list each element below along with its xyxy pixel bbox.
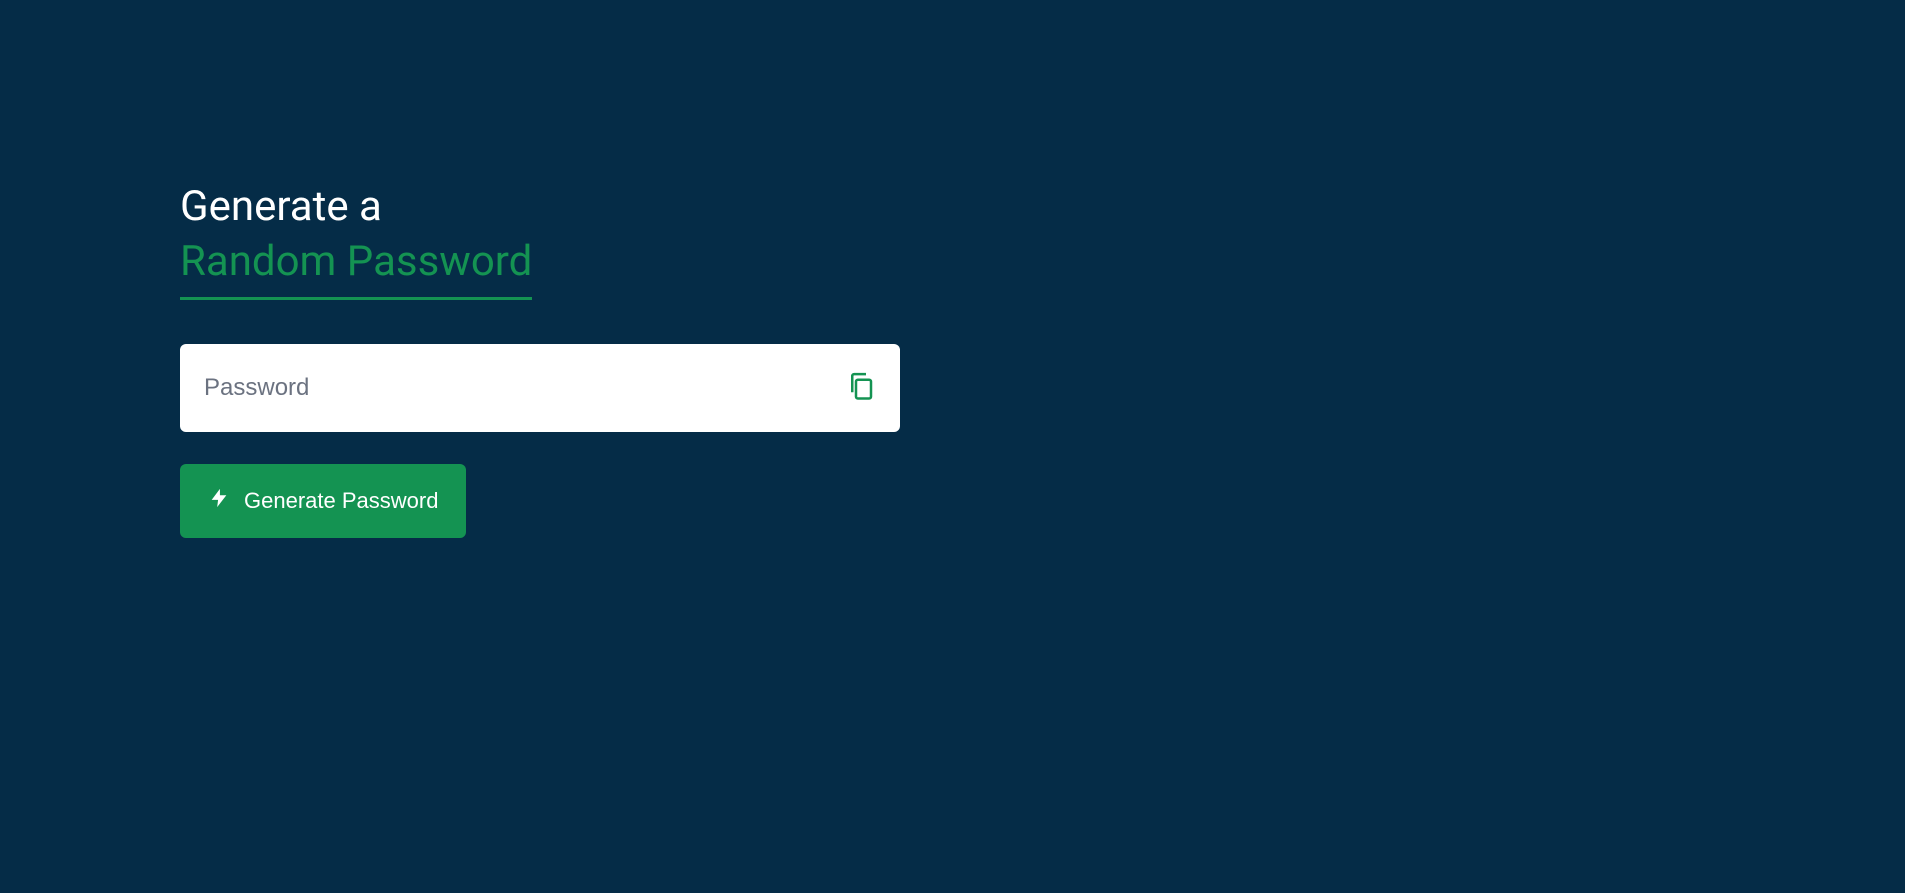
title-line2: Random Password: [180, 235, 532, 301]
copy-icon[interactable]: [846, 371, 876, 405]
password-input[interactable]: [204, 374, 846, 402]
bolt-icon: [208, 484, 230, 518]
page-title: Generate a Random Password: [180, 180, 1905, 300]
title-line1: Generate a: [180, 182, 382, 231]
password-input-wrapper: [180, 344, 900, 432]
main-container: Generate a Random Password Generate Pass…: [0, 0, 1905, 538]
generate-button[interactable]: Generate Password: [180, 464, 466, 538]
generate-button-label: Generate Password: [244, 488, 438, 514]
